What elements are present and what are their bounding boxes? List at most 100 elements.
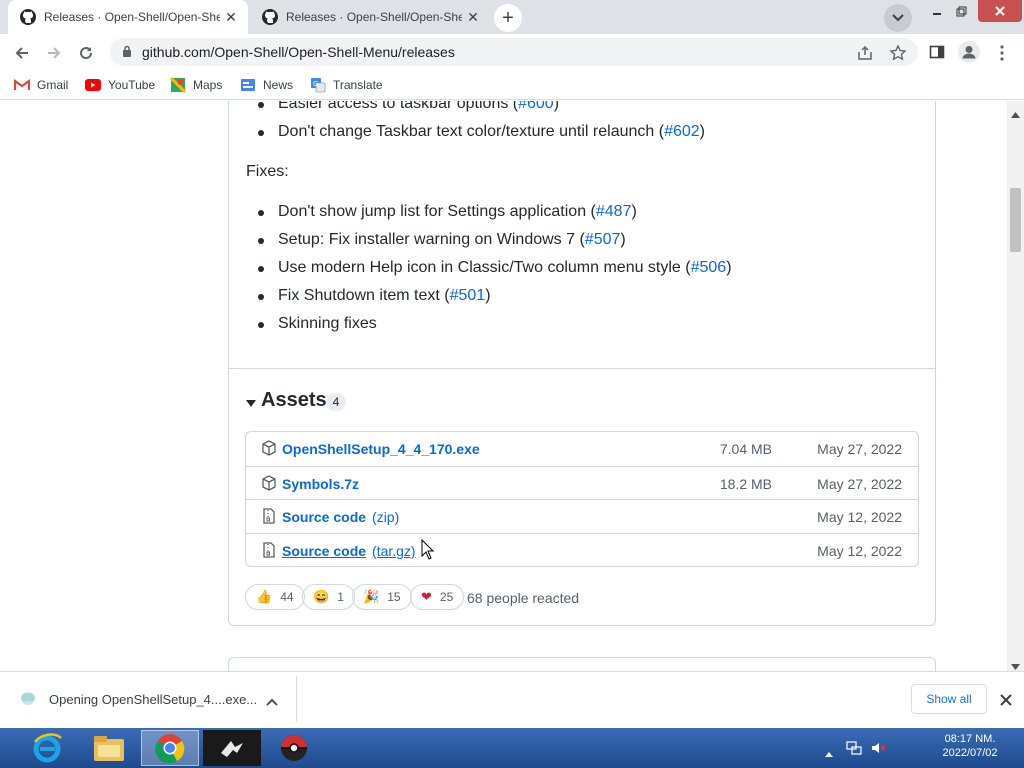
list-item: Easier access to taskbar options (#600) — [278, 101, 559, 113]
bookmark-label: Translate — [333, 78, 383, 92]
list-item: Don't change Taskbar text color/texture … — [278, 123, 705, 140]
youtube-icon — [85, 77, 101, 93]
issue-link[interactable]: #507 — [585, 231, 621, 248]
smile-icon: 😄 — [313, 589, 330, 604]
issue-link[interactable]: #602 — [664, 123, 700, 140]
url-text: github.com/Open-Shell/Open-Shell-Menu/re… — [142, 44, 455, 60]
browser-tab-active[interactable]: Releases · Open-Shell/Open-She ✕ — [8, 0, 248, 34]
bookmark-label: News — [263, 78, 294, 92]
tab-search-chevron-icon[interactable] — [884, 4, 912, 32]
file-explorer-icon[interactable] — [80, 730, 138, 766]
bookmark-maps[interactable]: Maps — [170, 75, 222, 95]
side-panel-icon[interactable] — [929, 44, 945, 60]
show-all-button[interactable]: Show all — [911, 684, 987, 714]
reaction-tada[interactable]: 🎉 15 — [352, 584, 412, 610]
issue-link[interactable]: #506 — [691, 259, 727, 276]
lock-icon — [122, 45, 132, 60]
forward-arrow-icon[interactable] — [41, 40, 67, 66]
svg-text:G: G — [313, 80, 318, 88]
download-filename[interactable]: Opening OpenShellSetup_4....exe... — [49, 692, 257, 707]
app-pokeball-icon[interactable] — [265, 730, 323, 766]
chevron-up-icon[interactable] — [266, 694, 278, 706]
bookmark-news[interactable]: News — [240, 75, 293, 95]
share-icon[interactable] — [857, 45, 873, 61]
triangle-down-icon[interactable] — [246, 395, 256, 407]
menu-kebab-icon[interactable] — [996, 44, 1008, 62]
clock-date: 2022/07/02 — [942, 747, 998, 759]
list-bullet — [258, 210, 264, 216]
list-item: Use modern Help icon in Classic/Two colu… — [278, 259, 732, 276]
bookmark-youtube[interactable]: YouTube — [85, 75, 155, 95]
chrome-taskbar-icon[interactable] — [141, 730, 199, 766]
taskbar-clock[interactable]: 08:17 NM. 2022/07/02 — [928, 733, 1012, 759]
thumbs-up-icon: 👍 — [256, 589, 273, 604]
file-zip-icon — [262, 508, 276, 524]
next-release-card — [228, 657, 936, 671]
news-icon — [240, 77, 256, 93]
tab-title: Releases · Open-Shell/Open-She — [286, 10, 462, 24]
list-bullet — [258, 130, 264, 136]
back-arrow-icon[interactable] — [9, 40, 35, 66]
maps-icon — [170, 77, 186, 93]
close-download-shelf-icon[interactable] — [1000, 693, 1012, 706]
list-bullet — [258, 266, 264, 272]
issue-link[interactable]: #600 — [518, 101, 554, 112]
asset-row: Source code (tar.gz) May 12, 2022 — [246, 533, 918, 567]
reaction-thumbs-up[interactable]: 👍 44 — [245, 584, 305, 610]
reactions-summary: 68 people reacted — [467, 590, 580, 606]
asset-date: May 12, 2022 — [817, 509, 902, 525]
tab-title: Releases · Open-Shell/Open-She — [44, 10, 220, 24]
list-bullet — [258, 322, 264, 328]
github-icon — [262, 9, 278, 25]
section-divider — [229, 368, 935, 369]
assets-count-badge: 4 — [326, 393, 346, 411]
asset-row: Symbols.7z 18.2 MB May 27, 2022 — [246, 466, 918, 500]
network-icon[interactable] — [846, 740, 862, 756]
asset-link[interactable]: Symbols.7z — [282, 476, 359, 492]
new-tab-button[interactable]: + — [494, 4, 522, 32]
reload-icon[interactable] — [73, 40, 99, 66]
address-bar[interactable]: github.com/Open-Shell/Open-Shell-Menu/re… — [110, 38, 918, 66]
app-bird-icon[interactable] — [203, 730, 261, 766]
volume-muted-icon[interactable] — [870, 740, 886, 756]
asset-link[interactable]: Source code (zip) — [282, 509, 399, 525]
bookmark-gmail[interactable]: Gmail — [14, 75, 68, 95]
issue-link[interactable]: #487 — [596, 203, 632, 220]
asset-row: OpenShellSetup_4_4_170.exe 7.04 MB May 2… — [246, 432, 918, 466]
close-tab-icon[interactable]: ✕ — [220, 6, 242, 28]
reaction-smile[interactable]: 😄 1 — [302, 584, 355, 610]
asset-date: May 12, 2022 — [817, 543, 902, 559]
scroll-up-icon[interactable] — [1011, 106, 1020, 118]
asset-date: May 27, 2022 — [817, 476, 902, 492]
list-item: Don't show jump list for Settings applic… — [278, 203, 637, 220]
asset-ext: (zip) — [372, 509, 400, 525]
scroll-down-icon[interactable] — [1011, 658, 1020, 670]
bookmark-label: Maps — [193, 78, 223, 92]
tray-overflow-icon[interactable] — [825, 744, 833, 757]
close-window-icon[interactable] — [978, 0, 1022, 22]
tada-icon: 🎉 — [363, 589, 380, 604]
assets-heading[interactable]: Assets — [261, 389, 327, 412]
internet-explorer-icon[interactable] — [18, 730, 76, 766]
minimize-window-icon[interactable] — [926, 0, 948, 22]
restore-window-icon[interactable] — [950, 0, 972, 22]
issue-link[interactable]: #501 — [450, 287, 486, 304]
profile-avatar-icon[interactable] — [958, 41, 980, 63]
list-item: Setup: Fix installer warning on Windows … — [278, 231, 626, 248]
asset-link[interactable]: Source code (tar.gz) — [282, 543, 416, 559]
translate-icon: G — [310, 77, 326, 93]
github-icon — [20, 9, 36, 25]
browser-tab[interactable]: Releases · Open-Shell/Open-She ✕ — [250, 0, 490, 34]
close-tab-icon[interactable]: ✕ — [462, 6, 484, 28]
bookmark-star-icon[interactable] — [889, 44, 907, 62]
page-scrollbar[interactable] — [1007, 101, 1024, 671]
asset-size: 18.2 MB — [719, 476, 772, 492]
bookmark-label: Gmail — [37, 78, 69, 92]
asset-link[interactable]: OpenShellSetup_4_4_170.exe — [282, 441, 480, 457]
scrollbar-thumb[interactable] — [1010, 188, 1021, 252]
bookmark-label: YouTube — [108, 78, 156, 92]
list-bullet — [258, 102, 264, 108]
bookmark-translate[interactable]: G Translate — [310, 75, 383, 95]
reaction-heart[interactable]: ❤ 25 — [410, 584, 465, 610]
package-icon — [262, 440, 276, 456]
